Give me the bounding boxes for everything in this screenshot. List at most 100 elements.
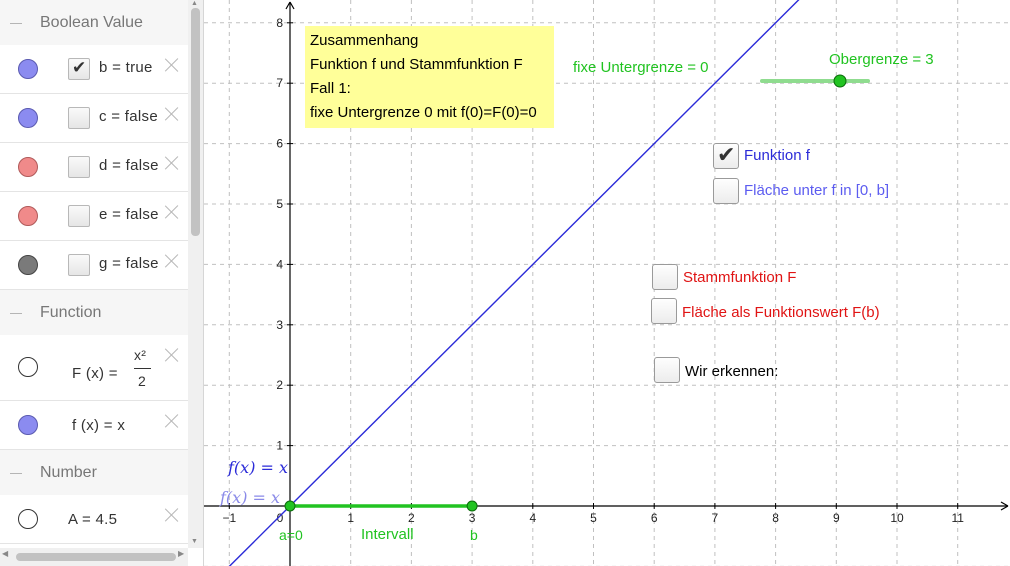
textbox-line: fixe Untergrenze 0 mit f(0)=F(0)=0 [310, 104, 537, 121]
checkbox-stammfunktion[interactable] [652, 264, 678, 290]
algebra-text-b: b = true [99, 59, 153, 76]
visibility-toggle-icon[interactable] [18, 206, 38, 226]
algebra-text-c: c = false [99, 108, 158, 125]
point-a[interactable] [284, 500, 296, 512]
algebra-row-d[interactable]: d = false [0, 143, 188, 192]
y-tick-label: 2 [276, 378, 283, 392]
x-tick-label: 1 [347, 511, 354, 525]
delete-icon[interactable] [164, 57, 180, 73]
category-label: Boolean Value [40, 14, 143, 31]
delete-icon[interactable] [164, 106, 180, 122]
fraction-bar [134, 368, 151, 369]
algebra-text-e: e = false [99, 206, 159, 223]
x-tick-label: 11 [951, 511, 964, 525]
x-tick-label: 5 [590, 511, 597, 525]
delete-icon[interactable] [164, 507, 180, 523]
algebra-row-c[interactable]: c = false [0, 94, 188, 143]
collapse-icon[interactable] [10, 473, 22, 474]
delete-icon[interactable] [164, 204, 180, 220]
y-tick-label: 3 [276, 318, 283, 332]
algebra-view: Boolean Value b = true c = false d = fal… [0, 0, 204, 566]
scroll-left-arrow-icon[interactable]: ◀ [2, 549, 8, 558]
interval-label: Intervall [361, 526, 414, 543]
horizontal-scroll-thumb[interactable] [16, 553, 176, 561]
boolean-checkbox-d[interactable] [68, 156, 90, 178]
boolean-checkbox-g[interactable] [68, 254, 90, 276]
algebra-text-F-denominator: 2 [138, 373, 147, 389]
checkbox-flaeche-unter-f-label[interactable]: Fläche unter f in [0, b] [744, 182, 889, 199]
x-tick-label: 3 [469, 511, 476, 525]
obergrenze-label: Obergrenze = 3 [829, 51, 934, 68]
boolean-checkbox-b[interactable] [68, 58, 90, 80]
function-f-label[interactable]: f(x) = x [228, 458, 288, 477]
algebra-row-g[interactable]: g = false [0, 241, 188, 290]
y-tick-label: 5 [276, 197, 283, 211]
algebra-row-e[interactable]: e = false [0, 192, 188, 241]
boolean-checkbox-e[interactable] [68, 205, 90, 227]
textbox-line: Zusammenhang [310, 32, 419, 49]
x-tick-label: 8 [772, 511, 779, 525]
y-tick-label: 6 [276, 137, 283, 151]
point-b[interactable] [466, 500, 478, 512]
checkbox-wir-erkennen[interactable] [654, 357, 680, 383]
visibility-toggle-icon[interactable] [18, 108, 38, 128]
vertical-scroll-thumb[interactable] [191, 8, 200, 236]
boolean-checkbox-c[interactable] [68, 107, 90, 129]
delete-icon[interactable] [164, 413, 180, 429]
x-tick-label: 6 [651, 511, 658, 525]
info-textbox: Zusammenhang Funktion f und Stammfunktio… [305, 26, 554, 128]
delete-icon[interactable] [164, 155, 180, 171]
checkbox-wir-erkennen-label[interactable]: Wir erkennen: [685, 363, 778, 380]
obergrenze-slider-knob[interactable] [833, 74, 847, 88]
algebra-row-b[interactable]: b = true [0, 45, 188, 94]
delete-icon[interactable] [164, 253, 180, 269]
x-tick-label: 2 [408, 511, 415, 525]
visibility-toggle-icon[interactable] [18, 59, 38, 79]
point-a-label: a=0 [279, 527, 303, 543]
y-tick-label: 7 [276, 76, 283, 90]
delete-icon[interactable] [164, 347, 180, 363]
algebra-text-g: g = false [99, 255, 159, 272]
algebra-text-F-numerator: x² [134, 347, 147, 363]
category-number[interactable]: Number [0, 450, 188, 499]
collapse-icon[interactable] [10, 313, 22, 314]
checkbox-flaeche-unter-f[interactable] [713, 178, 739, 204]
visibility-toggle-icon[interactable] [18, 157, 38, 177]
algebra-text-F-lhs: F (x) = [72, 365, 118, 382]
algebra-row-f[interactable]: f (x) = x [0, 401, 188, 450]
checkbox-flaeche-als-funktionswert[interactable] [651, 298, 677, 324]
x-tick-label: 10 [890, 511, 904, 525]
visibility-toggle-icon[interactable] [18, 509, 38, 529]
x-tick-label: 7 [712, 511, 719, 525]
checkbox-stammfunktion-label[interactable]: Stammfunktion F [683, 269, 796, 286]
algebra-text-A: A = 4.5 [68, 511, 118, 528]
textbox-line: Funktion f und Stammfunktion F [310, 56, 523, 73]
checkbox-flaeche-als-funktionswert-label[interactable]: Fläche als Funktionswert F(b) [682, 304, 880, 321]
collapse-icon[interactable] [10, 23, 22, 24]
visibility-toggle-icon[interactable] [18, 255, 38, 275]
checkbox-funktion-f[interactable] [713, 142, 739, 169]
visibility-toggle-icon[interactable] [18, 357, 38, 377]
algebra-text-d: d = false [99, 157, 159, 174]
function-f-label-ghost: f(x) = x [220, 488, 281, 507]
category-function[interactable]: Function [0, 290, 188, 339]
scroll-down-arrow-icon[interactable]: ▼ [191, 538, 198, 545]
checkbox-funktion-f-label[interactable]: Funktion f [744, 147, 810, 164]
point-b-label: b [470, 527, 478, 543]
x-tick-label: −1 [222, 511, 236, 525]
textbox-line: Fall 1: [310, 80, 351, 97]
category-boolean-value[interactable]: Boolean Value [0, 0, 188, 49]
x-tick-label: 9 [833, 511, 840, 525]
algebra-text-f: f (x) = x [72, 417, 126, 434]
algebra-row-A[interactable]: A = 4.5 [0, 495, 188, 544]
y-tick-label: 4 [276, 257, 283, 271]
category-label: Number [40, 464, 97, 481]
y-tick-label: 8 [276, 16, 283, 30]
fixe-untergrenze-label: fixe Untergrenze = 0 [573, 59, 709, 76]
visibility-toggle-icon[interactable] [18, 415, 38, 435]
scroll-up-arrow-icon[interactable]: ▲ [191, 0, 198, 7]
algebra-row-F[interactable]: F (x) = x² 2 [0, 335, 188, 401]
graphics-view[interactable]: −1 0 1 2 3 4 5 6 7 8 9 10 11 1 2 3 4 5 6 7 8 Zusammenhang Fu… [204, 0, 1010, 566]
x-tick-label: 4 [529, 511, 536, 525]
scroll-right-arrow-icon[interactable]: ▶ [178, 549, 184, 558]
